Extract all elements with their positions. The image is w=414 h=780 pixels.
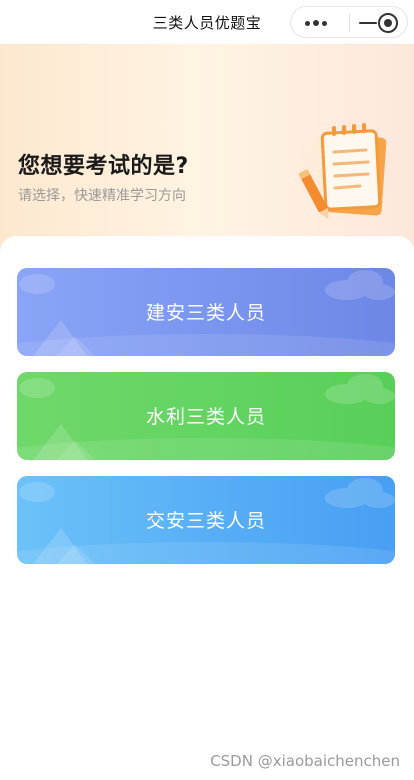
hero-banner: 您想要考试的是? 请选择，快速精准学习方向	[0, 44, 414, 250]
hero-title: 您想要考试的是?	[18, 154, 189, 179]
more-dots-icon[interactable]	[301, 13, 341, 33]
option-label: 建安三类人员	[145, 302, 266, 324]
minimize-icon[interactable]	[357, 13, 379, 33]
watermark: CSDN @xiaobaichenchen	[210, 752, 400, 770]
option-card-jianan[interactable]: 建安三类人员	[17, 268, 395, 356]
option-label: 交安三类人员	[145, 510, 266, 532]
option-label: 水利三类人员	[145, 406, 266, 428]
hero-subtitle: 请选择，快速精准学习方向	[18, 188, 186, 204]
mini-program-capsule	[290, 6, 408, 38]
option-card-jiaoan[interactable]: 交安三类人员	[17, 476, 395, 564]
capsule-divider	[349, 14, 350, 32]
top-bar: 三类人员优题宝	[0, 0, 414, 44]
option-card-shuili[interactable]: 水利三类人员	[17, 372, 395, 460]
notebook-pencil-illustration	[294, 120, 392, 220]
record-close-icon[interactable]	[377, 12, 399, 34]
page: 三类人员优题宝 您想要考试的是? 请选择，快速精准学习方向 建安三类人员 水利三…	[0, 0, 414, 780]
